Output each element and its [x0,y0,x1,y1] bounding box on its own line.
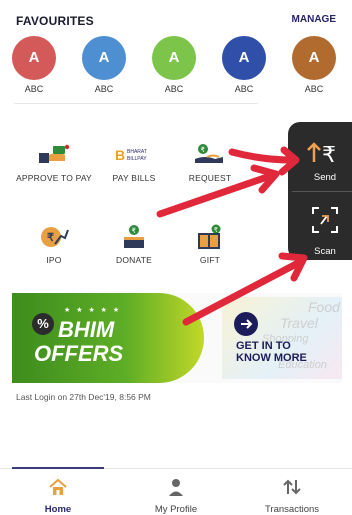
profile-icon [169,479,183,496]
active-tab-indicator [12,467,104,469]
nav-my-profile[interactable]: My Profile [126,478,226,515]
home-icon [49,478,67,495]
annotation-arrow [156,172,274,218]
nav-transactions[interactable]: Transactions [242,478,342,515]
nav-home[interactable]: Home [8,478,108,515]
annotation-arrow [182,258,304,326]
annotation-arrows [156,146,308,326]
transactions-icon [283,479,301,495]
